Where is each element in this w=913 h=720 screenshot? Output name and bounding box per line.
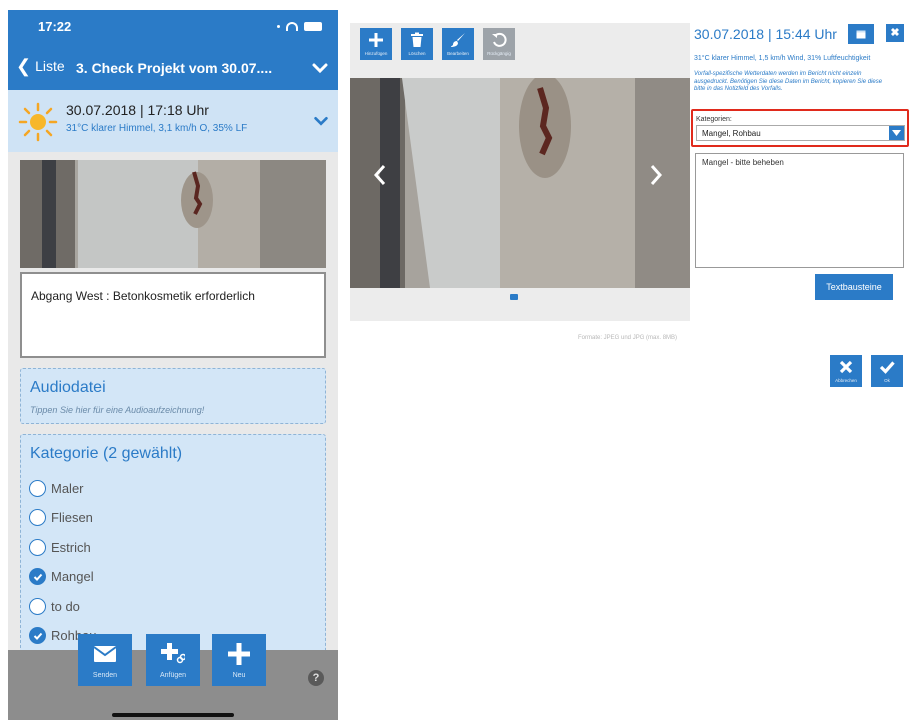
radio-icon bbox=[29, 597, 46, 615]
chevron-left-icon: ❮ bbox=[16, 56, 32, 76]
categories-highlight: Kategorien: Mangel, Rohbau bbox=[691, 109, 909, 147]
category-option[interactable]: Estrich bbox=[29, 537, 91, 557]
signal-icon bbox=[277, 24, 280, 28]
categories-select[interactable]: Mangel, Rohbau bbox=[696, 125, 905, 141]
brush-icon bbox=[451, 33, 465, 47]
category-option-label: Maler bbox=[51, 480, 84, 496]
add-label: Hinzufügen bbox=[364, 51, 388, 56]
chevron-down-icon[interactable] bbox=[312, 112, 330, 130]
sun-icon bbox=[18, 102, 58, 142]
viewer-photo bbox=[350, 78, 690, 288]
edit-photo-button[interactable]: Bearbeiten bbox=[442, 28, 474, 60]
radio-icon bbox=[29, 538, 46, 556]
description-field[interactable]: Abgang West : Betonkosmetik erforderlich bbox=[20, 272, 326, 358]
weather-info: 31°C klarer Himmel, 1,5 km/h Wind, 31% L… bbox=[694, 55, 871, 62]
category-option[interactable]: Mangel bbox=[29, 567, 94, 587]
mail-icon bbox=[93, 646, 117, 662]
check-icon bbox=[33, 573, 42, 581]
category-option-label: to do bbox=[51, 598, 80, 614]
wifi-icon bbox=[286, 21, 298, 31]
attach-label: Anfügen bbox=[159, 672, 187, 679]
cancel-label: Abbrechen bbox=[835, 378, 857, 383]
weather-bar[interactable]: 30.07.2018 | 17:18 Uhr 31°C klarer Himme… bbox=[8, 90, 338, 152]
incident-side-panel: 30.07.2018 | 15:44 Uhr ✖ 31°C klarer Him… bbox=[690, 23, 910, 403]
weather-info: 31°C klarer Himmel, 3,1 km/h O, 35% LF bbox=[66, 123, 248, 134]
ok-label: Ok bbox=[884, 378, 890, 383]
back-button[interactable]: ❮ Liste bbox=[16, 56, 65, 76]
incident-datetime: 30.07.2018 | 15:44 Uhr bbox=[694, 26, 837, 42]
description-text: Abgang West : Betonkosmetik erforderlich bbox=[31, 289, 255, 303]
status-time: 17:22 bbox=[38, 19, 72, 34]
undo-icon bbox=[492, 32, 507, 47]
close-icon[interactable]: ✖ bbox=[886, 24, 904, 42]
trash-icon bbox=[411, 32, 423, 47]
caret-down-icon bbox=[892, 130, 901, 136]
page-title: 3. Check Projekt vom 30.07.... bbox=[76, 60, 273, 76]
note-textarea[interactable]: Mangel - bitte beheben bbox=[695, 153, 904, 268]
check-icon bbox=[879, 361, 895, 374]
undo-button[interactable]: Rückgängig bbox=[483, 28, 515, 60]
category-option-label: Fliesen bbox=[51, 510, 93, 525]
plus-icon bbox=[228, 643, 250, 665]
chevron-down-icon[interactable] bbox=[310, 58, 330, 78]
new-button[interactable]: Neu bbox=[212, 634, 266, 686]
radio-icon bbox=[29, 479, 46, 497]
chevron-left-icon[interactable] bbox=[372, 163, 388, 187]
calendar-icon bbox=[856, 30, 866, 39]
plus-link-icon bbox=[161, 643, 185, 664]
new-label: Neu bbox=[232, 672, 246, 679]
audio-title: Audiodatei bbox=[30, 379, 106, 396]
status-bar: 17:22 bbox=[8, 10, 338, 46]
category-title: Kategorie (2 gewählt) bbox=[30, 445, 183, 462]
close-icon bbox=[839, 360, 853, 374]
pager-dot[interactable] bbox=[510, 294, 518, 300]
chevron-right-icon[interactable] bbox=[648, 163, 664, 187]
cancel-button[interactable]: Abbrechen bbox=[830, 355, 862, 387]
category-option-label: Estrich bbox=[51, 539, 91, 555]
textbausteine-button[interactable]: Textbausteine bbox=[815, 274, 893, 300]
categories-label: Kategorien: bbox=[696, 116, 732, 123]
check-icon bbox=[33, 632, 42, 640]
category-card: Kategorie (2 gewählt) Maler Fliesen Estric… bbox=[20, 434, 326, 664]
home-indicator bbox=[112, 713, 234, 717]
weather-note: Vorfall-spezifische Wetterdaten werden i… bbox=[694, 71, 883, 92]
delete-photo-button[interactable]: Löschen bbox=[401, 28, 433, 60]
radio-icon bbox=[29, 509, 46, 526]
photo-viewer: Hinzufügen Löschen Bearbeiten Rückgängig bbox=[350, 23, 690, 321]
checked-radio-icon bbox=[29, 627, 46, 644]
send-label: Senden bbox=[92, 672, 118, 679]
audio-card[interactable]: Audiodatei Tippen Sie hier für eine Audi… bbox=[20, 368, 326, 424]
formats-hint: Formate: JPEG und JPG (max. 8MB) bbox=[578, 335, 678, 341]
category-option-label: Mangel bbox=[51, 569, 94, 584]
delete-label: Löschen bbox=[408, 51, 426, 56]
edit-label: Bearbeiten bbox=[447, 51, 469, 56]
ok-button[interactable]: Ok bbox=[871, 355, 903, 387]
checked-radio-icon bbox=[29, 568, 46, 585]
weather-datetime: 30.07.2018 | 17:18 Uhr bbox=[66, 102, 209, 118]
categories-value: Mangel, Rohbau bbox=[702, 129, 761, 138]
dropdown-caret bbox=[889, 126, 904, 140]
category-option[interactable]: to do bbox=[29, 596, 80, 616]
audio-hint: Tippen Sie hier für eine Audioaufzeichnu… bbox=[30, 405, 205, 415]
category-option[interactable]: Maler bbox=[29, 478, 84, 498]
back-label: Liste bbox=[35, 58, 65, 74]
battery-icon bbox=[304, 21, 322, 31]
undo-label: Rückgängig bbox=[487, 51, 511, 56]
incident-photo[interactable] bbox=[20, 160, 326, 268]
phone-app: 17:22 ❮ Liste 3. Check Projekt vom 30.07… bbox=[8, 10, 338, 720]
help-icon[interactable]: ? bbox=[308, 670, 324, 686]
send-button[interactable]: Senden bbox=[78, 634, 132, 686]
screenshot-root: 17:22 ❮ Liste 3. Check Projekt vom 30.07… bbox=[0, 0, 913, 720]
status-icons bbox=[277, 20, 322, 32]
plus-icon bbox=[369, 33, 383, 47]
category-option[interactable]: Fliesen bbox=[29, 508, 93, 528]
attach-button[interactable]: Anfügen bbox=[146, 634, 200, 686]
calendar-button[interactable] bbox=[848, 24, 874, 44]
nav-bar: ❮ Liste 3. Check Projekt vom 30.07.... bbox=[8, 46, 338, 90]
add-photo-button[interactable]: Hinzufügen bbox=[360, 28, 392, 60]
